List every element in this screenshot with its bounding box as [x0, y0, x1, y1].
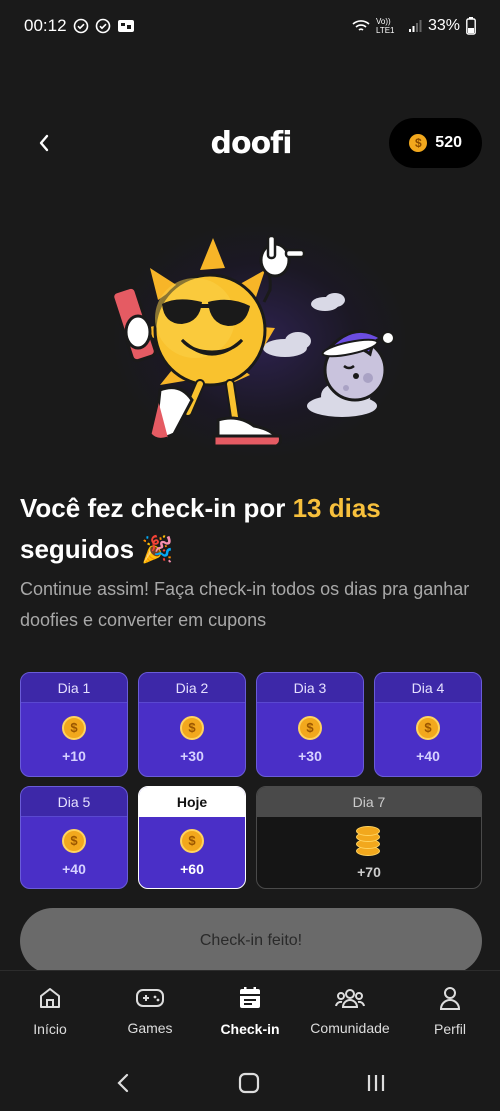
wifi-icon: [352, 19, 370, 33]
coin-icon: $: [62, 828, 86, 853]
day-label: Dia 4: [375, 673, 481, 703]
back-nav-icon[interactable]: [113, 1072, 133, 1094]
coin-icon: $: [409, 134, 428, 152]
day-card-1: Dia 1 $ +10: [20, 672, 128, 777]
bottom-tab-bar: Início Games Check-in Comunidade Perfil: [0, 970, 500, 1050]
gamepad-icon: [136, 988, 164, 1007]
battery-percent: 33%: [427, 17, 460, 34]
checkin-done-button[interactable]: Check-in feito!: [20, 908, 482, 974]
streak-days: 13 dias: [292, 493, 381, 523]
coin-icon: $: [180, 828, 204, 853]
tab-label: Check-in: [220, 1020, 280, 1037]
day-reward: +40: [62, 860, 86, 877]
day-card-today[interactable]: Hoje $ +60: [138, 786, 246, 889]
coin-icon: $: [62, 715, 86, 740]
tab-perfil[interactable]: Perfil: [400, 971, 500, 1050]
streak-title-prefix: Você fez check-in por: [20, 493, 293, 523]
day-reward: +60: [180, 860, 204, 877]
profile-icon: [439, 986, 461, 1010]
streak-subtitle: Continue assim! Faça check-in todos os d…: [20, 579, 470, 630]
day-card-2: Dia 2 $ +30: [138, 672, 246, 777]
day-reward: +30: [298, 747, 322, 764]
hero-illustration: [50, 200, 450, 460]
streak-title: Você fez check-in por 13 dias seguidos 🎉: [20, 488, 480, 570]
notification-icon: [117, 18, 135, 34]
check-circle-icon: [73, 18, 89, 34]
day-reward: +70: [357, 863, 381, 880]
coin-stack-icon: [356, 825, 382, 856]
network-label: Vo)) LTE1: [375, 17, 395, 35]
day-label: Dia 7: [257, 787, 481, 817]
day-label: Dia 1: [21, 673, 127, 703]
system-nav-bar: [0, 1055, 500, 1111]
tab-comunidade[interactable]: Comunidade: [300, 971, 400, 1050]
status-bar: 00:12 Vo)) LTE1 33%: [0, 0, 500, 52]
day-label: Dia 5: [21, 787, 127, 817]
tab-label: Perfil: [434, 1020, 466, 1037]
recents-nav-icon[interactable]: [365, 1072, 387, 1094]
back-button[interactable]: [20, 119, 68, 167]
app-logo: doofi: [210, 125, 292, 161]
coin-balance-value: 520: [435, 134, 462, 151]
check-circle-icon: [95, 18, 111, 34]
sun-character-illustration: [111, 234, 395, 448]
coin-icon: $: [416, 715, 440, 740]
chevron-left-icon: [39, 134, 49, 152]
day-label: Dia 2: [139, 673, 245, 703]
day-card-5: Dia 5 $ +40: [20, 786, 128, 889]
tab-label: Games: [127, 1019, 173, 1036]
day-reward: +40: [416, 747, 440, 764]
tab-label: Início: [33, 1020, 67, 1037]
day-label: Dia 3: [257, 673, 363, 703]
community-icon: [335, 988, 365, 1008]
tab-label: Comunidade: [310, 1019, 390, 1036]
coin-icon: $: [180, 715, 204, 740]
day-card-7: Dia 7 +70: [256, 786, 482, 889]
status-time: 00:12: [24, 16, 67, 35]
day-label: Hoje: [139, 787, 245, 817]
tab-check-in[interactable]: Check-in: [200, 971, 300, 1050]
coin-icon: $: [298, 715, 322, 740]
calendar-icon: [240, 986, 260, 1008]
day-card-4: Dia 4 $ +40: [374, 672, 482, 777]
battery-icon: [466, 17, 476, 35]
signal-icon: [408, 19, 422, 33]
home-icon: [40, 987, 60, 1008]
day-reward: +10: [62, 747, 86, 764]
coin-balance[interactable]: $ 520: [389, 118, 482, 168]
header: doofi $ 520: [20, 118, 482, 168]
day-reward: +30: [180, 747, 204, 764]
home-nav-icon[interactable]: [238, 1072, 260, 1094]
day-card-3: Dia 3 $ +30: [256, 672, 364, 777]
streak-title-suffix: seguidos 🎉: [20, 534, 174, 564]
tab-inicio[interactable]: Início: [0, 971, 100, 1050]
tab-games[interactable]: Games: [100, 971, 200, 1050]
